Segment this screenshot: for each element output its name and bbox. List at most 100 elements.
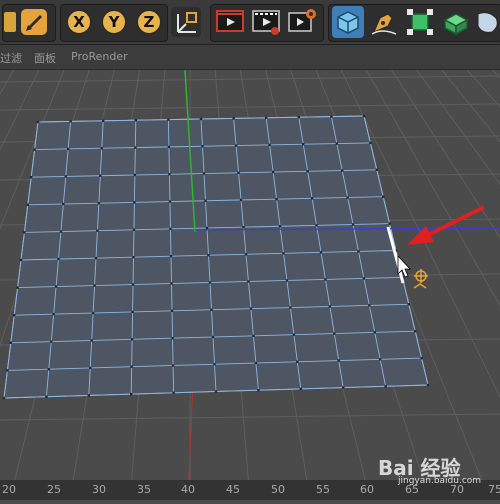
plane-vertex bbox=[296, 360, 299, 363]
plane-vertex bbox=[6, 369, 9, 372]
plane-vertex bbox=[130, 392, 133, 396]
grid-line bbox=[441, 69, 500, 143]
plane-vertex bbox=[362, 114, 366, 118]
plane-vertex bbox=[214, 390, 218, 393]
plane-vertex bbox=[50, 340, 53, 343]
plane-vertex bbox=[299, 387, 302, 391]
plane-vertex bbox=[275, 197, 278, 201]
plane-vertex bbox=[252, 334, 255, 338]
pen-icon[interactable] bbox=[368, 6, 400, 38]
plane-vertex bbox=[132, 255, 135, 259]
plane-vertex bbox=[378, 358, 382, 361]
grid-line bbox=[416, 69, 500, 186]
plane-vertex bbox=[407, 303, 410, 306]
3d-viewport[interactable] bbox=[0, 69, 500, 501]
render-settings-icon[interactable] bbox=[286, 6, 318, 38]
plane-vertex bbox=[282, 252, 285, 255]
cube-icon[interactable] bbox=[332, 6, 364, 38]
plane-vertex bbox=[375, 168, 378, 171]
plane-vertex bbox=[202, 172, 206, 175]
rotate-icon[interactable] bbox=[18, 6, 50, 38]
plane-vertex bbox=[208, 281, 212, 284]
plane-vertex bbox=[426, 383, 430, 387]
plane-vertex bbox=[346, 196, 349, 199]
plane-vertex bbox=[384, 385, 387, 388]
annotation-arrow bbox=[426, 206, 484, 237]
plane-vertex bbox=[278, 225, 282, 228]
deformer-extra-icon[interactable] bbox=[474, 6, 500, 38]
plane-vertex bbox=[91, 311, 95, 315]
plane-vertex bbox=[289, 306, 292, 309]
plane-vertex bbox=[23, 231, 26, 234]
plane-vertex bbox=[420, 356, 423, 360]
plane-vertex bbox=[171, 364, 175, 367]
plane-vertex bbox=[351, 223, 355, 226]
plane-vertex bbox=[169, 255, 173, 258]
plane-vertex bbox=[130, 365, 133, 368]
plane-vertex bbox=[47, 367, 51, 371]
menu-prorender[interactable]: ProRender bbox=[71, 50, 128, 63]
sub-object-icon[interactable] bbox=[404, 6, 436, 38]
plane-vertex bbox=[368, 304, 371, 307]
grid-line bbox=[0, 103, 500, 111]
plane-vertex bbox=[100, 147, 103, 150]
plane-vertex bbox=[168, 173, 171, 176]
plane-vertex bbox=[52, 312, 55, 316]
ruler-tick: 50 bbox=[271, 483, 285, 496]
plane-vertex bbox=[242, 225, 245, 229]
axis-y-button[interactable]: Y bbox=[101, 9, 127, 35]
plane-vertex bbox=[342, 386, 345, 389]
plane-vertex bbox=[45, 395, 48, 398]
plane-vertex bbox=[57, 257, 60, 261]
menu-panel[interactable]: 面板 bbox=[34, 50, 56, 66]
plane-vertex bbox=[133, 201, 136, 204]
plane-vertex bbox=[132, 228, 136, 231]
plane-vertex bbox=[254, 361, 258, 365]
plane-vertex bbox=[93, 284, 96, 287]
plane-vertex bbox=[213, 363, 216, 366]
plane-vertex bbox=[99, 174, 102, 177]
plane-vertex bbox=[292, 333, 296, 336]
axis-z-button[interactable]: Z bbox=[136, 9, 162, 35]
plane-vertex bbox=[90, 339, 93, 342]
deformer-icon[interactable] bbox=[440, 6, 472, 38]
plane-vertex bbox=[211, 335, 215, 339]
menu-filter[interactable]: 过滤 bbox=[0, 50, 22, 66]
plane-vertex bbox=[319, 251, 323, 254]
viewport-canvas[interactable] bbox=[0, 69, 500, 501]
plane-vertex bbox=[207, 254, 210, 257]
plane-vertex bbox=[89, 366, 92, 370]
plane-vertex bbox=[168, 200, 172, 203]
grid-line bbox=[0, 69, 15, 96]
plane-vertex bbox=[131, 310, 134, 314]
axis-x-button[interactable]: X bbox=[66, 9, 92, 35]
plane-vertex bbox=[232, 117, 235, 120]
plane-vertex bbox=[2, 396, 6, 400]
plane-vertex bbox=[205, 226, 209, 230]
plane-vertex bbox=[69, 120, 72, 123]
plane-vertex bbox=[388, 222, 391, 225]
plane-vertex bbox=[324, 278, 327, 281]
ruler-tick: 35 bbox=[137, 483, 151, 496]
plane-vertex bbox=[210, 308, 213, 311]
plane-vertex bbox=[234, 144, 238, 147]
plane-vertex bbox=[244, 253, 248, 256]
render-picture-queue-icon[interactable] bbox=[250, 6, 282, 38]
plane-vertex bbox=[257, 389, 260, 392]
plane-vertex bbox=[201, 145, 204, 148]
plane-vertex bbox=[59, 230, 63, 233]
move-gizmo-icon bbox=[413, 269, 428, 289]
plane-vertex bbox=[54, 285, 58, 288]
ruler-tick: 40 bbox=[181, 483, 195, 496]
plane-vertex bbox=[310, 197, 314, 200]
world-coordinates-icon[interactable] bbox=[170, 6, 202, 38]
render-view-icon[interactable] bbox=[214, 6, 246, 38]
plane-vertex bbox=[19, 258, 23, 262]
plane-vertex bbox=[30, 176, 33, 179]
ruler-tick: 55 bbox=[316, 483, 330, 496]
plane-vertex bbox=[315, 224, 318, 227]
plane-vertex bbox=[172, 391, 175, 394]
plane-vertex bbox=[237, 171, 240, 174]
plane-vertex bbox=[249, 307, 253, 310]
plane-vertex bbox=[204, 199, 207, 202]
